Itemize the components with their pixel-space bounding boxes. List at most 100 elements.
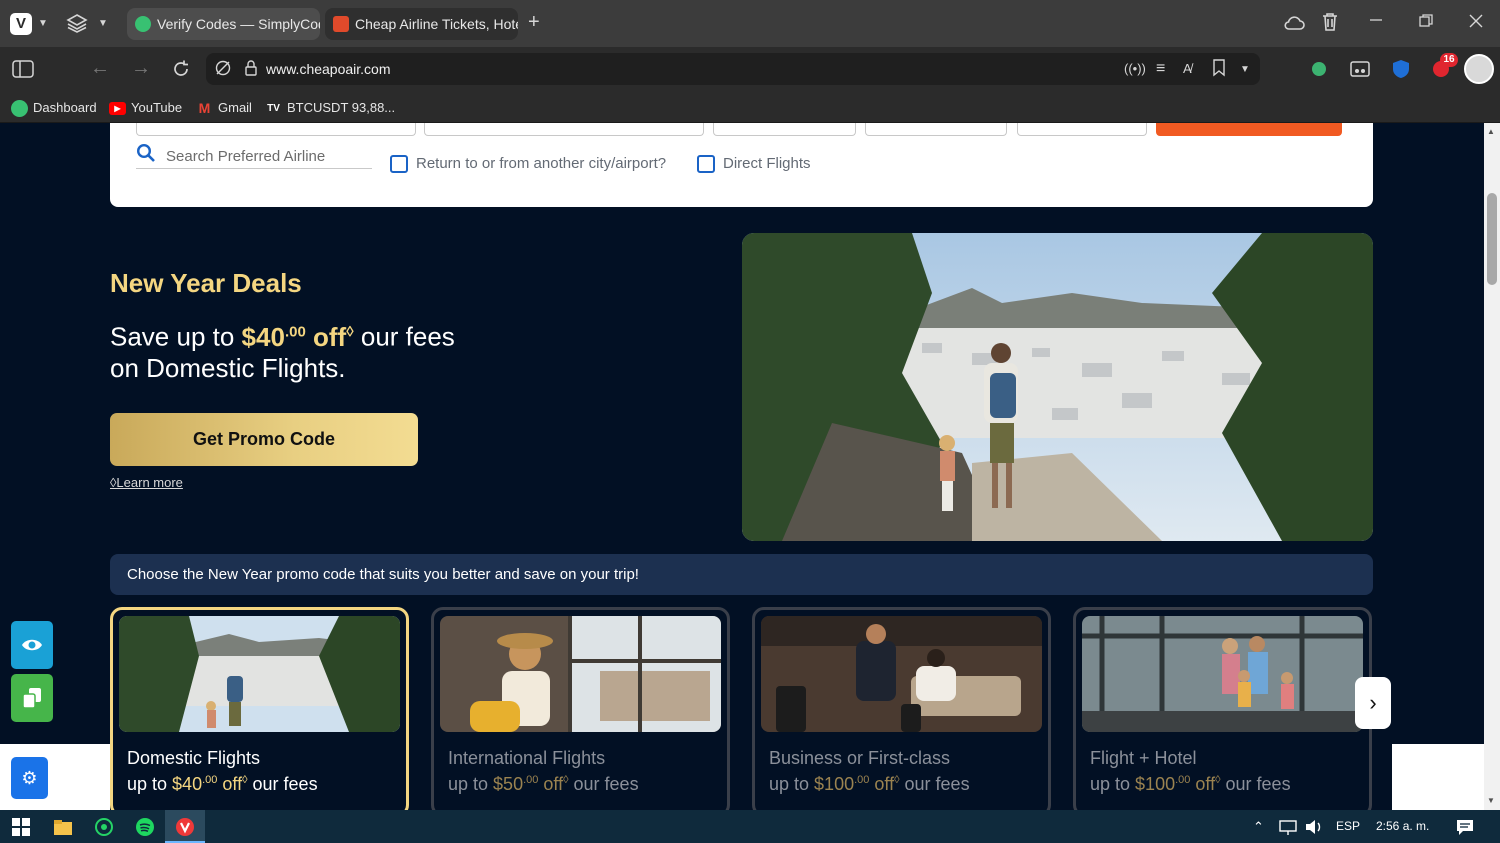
copy-icon[interactable] [11,674,53,722]
bookmark-label: Gmail [218,100,252,115]
bookmark-youtube[interactable]: ▶ YouTube [109,98,182,118]
hero-title: New Year Deals [110,268,302,298]
gear-icon[interactable]: ⚙ [11,757,48,799]
minimize-icon[interactable] [1369,13,1383,33]
trash-icon[interactable] [1321,12,1339,38]
return-date-field[interactable] [865,123,1007,136]
hero-line2: on Domestic Flights. [110,352,346,383]
vivaldi-taskbar-item[interactable] [165,810,205,843]
card-image [119,616,400,732]
chevron-down-icon[interactable]: ▼ [38,14,48,34]
back-icon[interactable]: ← [90,58,110,78]
url-text: www.cheapoair.com [266,61,391,77]
reload-icon[interactable] [171,59,191,85]
promo-card-flight-hotel[interactable]: Flight + Hotel up to $100.00 off◊ our fe… [1073,607,1372,810]
return-other-city-checkbox[interactable]: Return to or from another city/airport? [390,154,666,174]
bookmark-label: BTCUSDT 93,88... [287,100,396,115]
card-amount-value: $100 [814,774,855,794]
spotify-icon[interactable] [135,817,155,837]
shield-extension-icon[interactable] [1392,59,1410,85]
whatsapp-icon[interactable] [94,817,114,837]
cloud-sync-icon[interactable] [1283,13,1305,39]
file-explorer-icon[interactable] [53,817,73,837]
card-offer-amount: $50.00 off◊ [493,774,568,794]
promo-card-domestic[interactable]: Domestic Flights up to $40.00 off◊ our f… [110,607,409,810]
windows-start-icon[interactable] [11,817,31,837]
hero-off: off [305,321,347,352]
hero-prefix: Save up to [110,321,242,352]
card-amount-value: $40 [172,774,203,794]
hero-amount: $40.00 off◊ [242,322,354,352]
panel-toggle-icon[interactable] [12,59,34,85]
tab-menu-chevron-icon[interactable]: ▼ [98,14,108,34]
checkbox-box[interactable] [697,155,715,173]
hero-diamond: ◊ [346,323,354,340]
tab-stack-icon[interactable] [66,12,88,40]
checkbox-label: Return to or from another city/airport? [416,155,667,172]
promo-banner: Choose the New Year promo code that suit… [110,554,1373,595]
learn-more-link[interactable]: ◊Learn more [110,475,183,490]
preferred-airline-input[interactable] [136,145,372,169]
card-offer-prefix: up to [448,774,494,794]
bookmark-btcusdt[interactable]: TV BTCUSDT 93,88... [265,98,395,118]
tradingview-icon: TV [267,103,280,114]
bookmark-icon[interactable] [1213,59,1225,83]
checkbox-box[interactable] [390,155,408,173]
hero-image [742,233,1373,541]
clock[interactable]: 2:56 a. m. [1376,810,1429,843]
eye-icon[interactable] [11,621,53,669]
extension-green-icon[interactable] [1312,62,1326,76]
profile-avatar[interactable] [1464,54,1494,84]
card-off: off [538,774,564,794]
search-flights-button[interactable] [1156,123,1342,136]
notifications-icon[interactable] [1455,817,1475,837]
card-offer: up to $100.00 off◊ our fees [1090,774,1291,795]
address-dropdown-icon[interactable]: ▼ [1240,60,1250,80]
volume-icon[interactable] [1304,817,1324,837]
gmail-icon: M [198,100,211,116]
cheapoair-icon [333,16,349,32]
bookmark-dashboard[interactable]: Dashboard [11,98,97,118]
card-offer: up to $50.00 off◊ our fees [448,774,639,795]
extension-screen-icon[interactable] [1350,60,1370,84]
promo-card-business[interactable]: Business or First-class up to $100.00 of… [752,607,1051,810]
reader-view-icon[interactable]: ≡ [1156,59,1165,79]
broadcast-icon[interactable]: ((•)) [1124,59,1146,79]
get-promo-code-button[interactable]: Get Promo Code [110,413,418,466]
language-indicator[interactable]: ESP [1336,810,1360,843]
tracker-blocker-icon[interactable] [214,59,232,83]
bookmark-label: YouTube [131,100,183,115]
restore-icon[interactable] [1419,14,1433,34]
direct-flights-checkbox[interactable]: Direct Flights [697,154,811,174]
to-field[interactable] [424,123,704,136]
travelers-field[interactable] [1017,123,1147,136]
address-field[interactable]: www.cheapoair.com ((•)) ≡ A̸ ▼ [206,53,1260,85]
card-offer-amount: $100.00 off◊ [1135,774,1220,794]
bookmark-gmail[interactable]: M Gmail [196,98,252,118]
checkbox-label: Direct Flights [723,155,811,172]
scrollbar-thumb[interactable] [1487,193,1497,285]
vivaldi-logo-icon[interactable]: V [10,13,32,35]
tab-verify-codes[interactable]: Verify Codes — SimplyCodes [127,8,320,40]
card-offer-amount: $40.00 off◊ [172,774,247,794]
new-tab-button[interactable]: + [528,12,540,32]
card-offer-prefix: up to [769,774,815,794]
bookmark-label: Dashboard [33,100,97,115]
scroll-up-icon[interactable]: ▲ [1487,127,1495,136]
scroll-down-icon[interactable]: ▼ [1487,796,1495,805]
promo-card-international[interactable]: International Flights up to $50.00 off◊ … [431,607,730,810]
network-icon[interactable] [1278,817,1298,837]
page-scrollbar[interactable]: ▲ ▼ [1484,123,1500,810]
translate-icon[interactable]: A̸ [1183,59,1192,79]
card-off: off [1190,774,1216,794]
bookmarks-bar: Dashboard ▶ YouTube M Gmail TV BTCUSDT 9… [0,92,1500,123]
carousel-next-button[interactable]: › [1355,677,1391,729]
tray-chevron-up-icon[interactable]: ⌃ [1253,810,1264,843]
depart-date-field[interactable] [713,123,856,136]
close-icon[interactable] [1469,14,1483,34]
hero-amount-value: $40 [241,321,285,352]
tab-cheapoair[interactable]: Cheap Airline Tickets, Hotels [325,8,518,40]
forward-icon[interactable]: → [131,58,151,78]
card-title: International Flights [448,748,606,768]
from-field[interactable] [136,123,416,136]
